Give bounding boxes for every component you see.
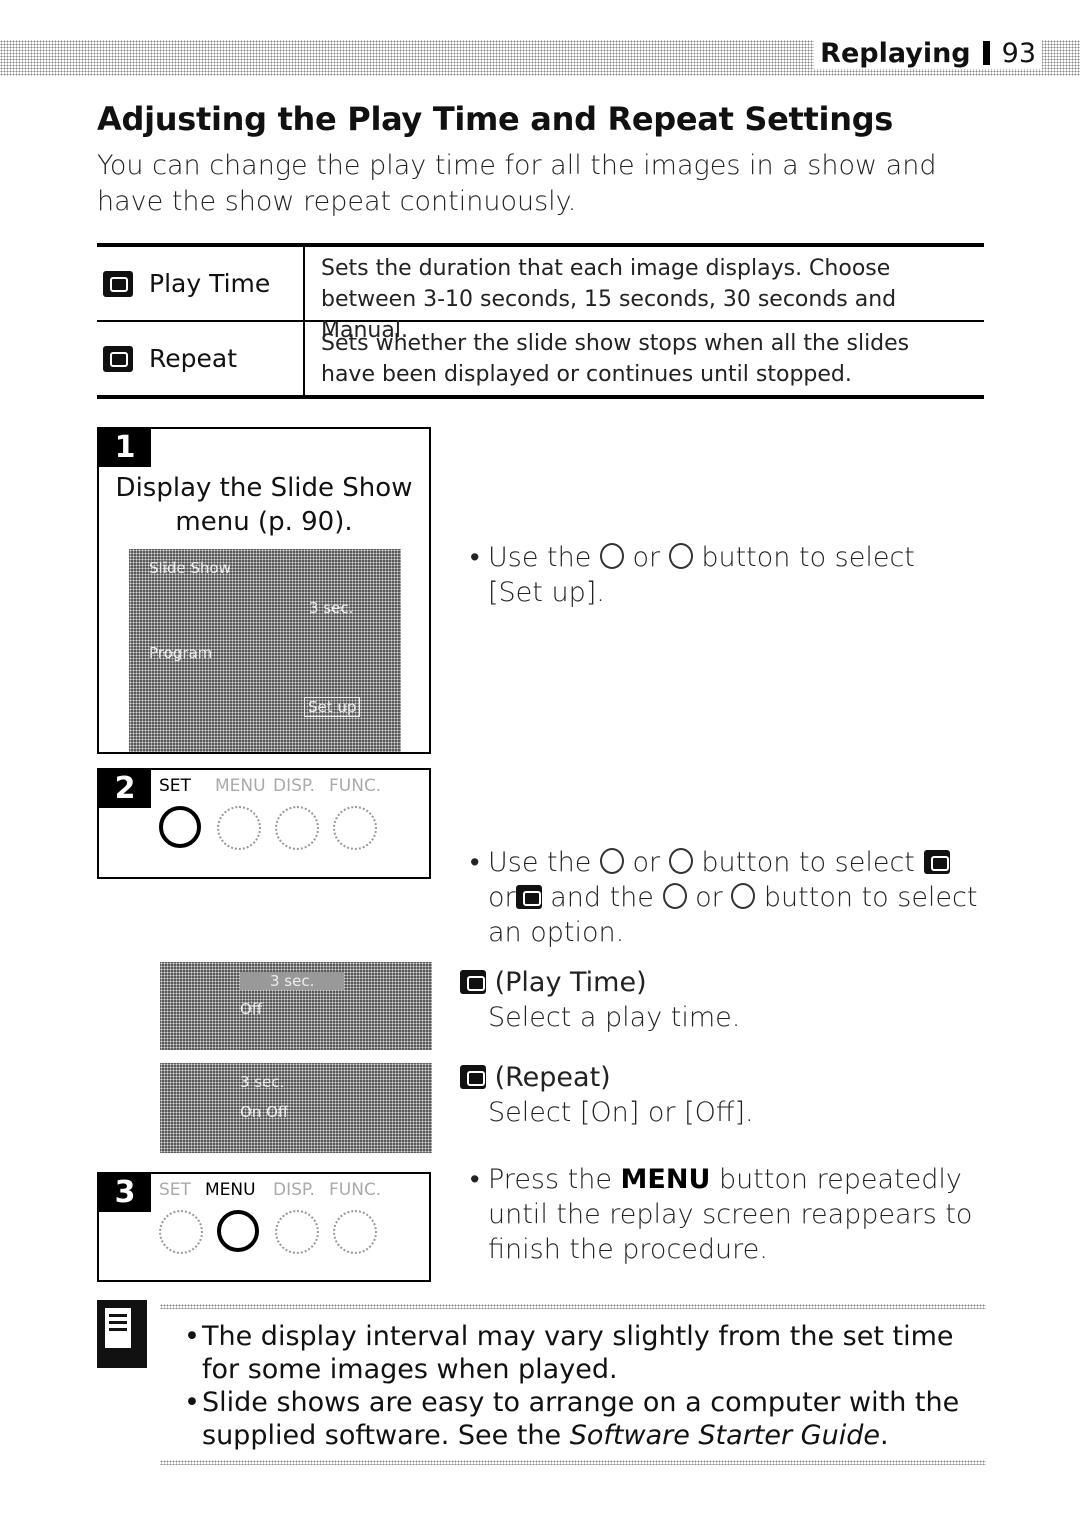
menu-button-icon (217, 1210, 259, 1252)
menu-button-icon (217, 806, 261, 850)
instruction-bullet-2: Use the or button to select or and the o… (470, 845, 978, 950)
step-1-text: Display the Slide Show menu (p. 90). (115, 473, 413, 537)
text: Use the (488, 542, 592, 573)
section-name: Replaying (820, 38, 971, 69)
text: or (632, 542, 661, 573)
page-title: Adjusting the Play Time and Repeat Setti… (97, 100, 894, 138)
note-icon (97, 1300, 147, 1368)
row-label: Play Time (149, 269, 271, 298)
set-label: SET (159, 1180, 191, 1200)
play-time-option: (Play Time) Select a play time. (460, 965, 960, 1035)
row-label: Repeat (149, 344, 238, 373)
up-button-icon (599, 848, 624, 874)
slide-show-menu-screen: Slide Show 3 sec. Program Set up (129, 549, 401, 752)
table-row: Repeat Sets whether the slide show stops… (97, 320, 984, 395)
note-item: The display interval may vary slightly f… (184, 1320, 982, 1386)
row-description: Sets whether the slide show stops when a… (321, 331, 910, 387)
text: Press the (488, 1164, 612, 1195)
set-label: SET (159, 776, 191, 796)
option-text: Select [On] or [Off]. (488, 1097, 754, 1128)
repeat-icon (103, 345, 133, 372)
row-description: Sets the duration that each image displa… (321, 256, 897, 343)
text: button to select (701, 847, 915, 878)
right-button-icon (731, 883, 756, 909)
step-1-box: 1 Display the Slide Show menu (p. 90). S… (97, 427, 431, 754)
note-bottom-rule (160, 1460, 986, 1465)
left-button-icon (662, 883, 687, 909)
menu-label: MENU (215, 776, 266, 796)
lcd-setup-button: Set up (304, 697, 361, 717)
lcd-value: 3 sec. (309, 599, 354, 617)
table-row: Play Time Sets the duration that each im… (97, 247, 984, 343)
text: and the (550, 882, 654, 913)
menu-key-label: MENU (620, 1164, 711, 1195)
lcd-row: 3 sec. (240, 972, 345, 990)
page-header: Replaying 93 (814, 38, 1042, 69)
step-3-box: 3 SET MENU DISP. FUNC. (97, 1172, 431, 1282)
note-item: Slide shows are easy to arrange on a com… (184, 1386, 982, 1452)
lcd-row: Off (240, 1000, 263, 1018)
instruction-bullet-3: Press the MENU button repeatedly until t… (470, 1162, 983, 1267)
lcd-item: Program (149, 644, 213, 662)
lcd-row: 3 sec. (240, 1073, 285, 1091)
play-time-icon (460, 970, 486, 994)
disp-button-icon (275, 1210, 319, 1254)
step-number: 3 (99, 1174, 151, 1212)
func-label: FUNC. (329, 1180, 382, 1200)
lcd-row: On Off (240, 1103, 289, 1121)
func-button-icon (333, 1210, 377, 1254)
repeat-option: (Repeat) Select [On] or [Off]. (460, 1060, 960, 1130)
play-time-icon (103, 270, 133, 297)
left-button-icon (599, 543, 624, 569)
play-time-screen: 3 sec. Off (160, 962, 432, 1050)
note-top-rule (160, 1304, 986, 1309)
right-button-icon (668, 543, 693, 569)
text: or (695, 882, 723, 913)
camera-buttons-illustration: SET MENU DISP. FUNC. (153, 770, 429, 877)
disp-label: DISP. (273, 1180, 315, 1200)
lcd-title: Slide Show (149, 559, 231, 577)
intro-text: You can change the play time for all the… (97, 150, 937, 217)
repeat-screen: 3 sec. On Off (160, 1063, 432, 1153)
repeat-icon (460, 1065, 486, 1089)
disp-button-icon (275, 806, 319, 850)
func-label: FUNC. (329, 776, 382, 796)
down-button-icon (668, 848, 693, 874)
disp-label: DISP. (273, 776, 315, 796)
option-heading: (Repeat) (494, 1062, 611, 1093)
text: Use the (488, 847, 592, 878)
guide-title: Software Starter Guide (569, 1420, 880, 1451)
option-text: Select a play time. (488, 1002, 741, 1033)
option-heading: (Play Time) (494, 967, 647, 998)
step-2-box: 2 SET MENU DISP. FUNC. (97, 768, 431, 879)
instruction-bullet-1: Use the or button to select [Set up]. (470, 540, 968, 610)
step-number: 2 (99, 770, 151, 808)
set-button-icon (159, 1210, 203, 1254)
camera-buttons-illustration: SET MENU DISP. FUNC. (153, 1174, 429, 1280)
set-button-icon (159, 806, 201, 848)
step-number: 1 (99, 429, 151, 467)
text: . (879, 1420, 889, 1451)
settings-table: Play Time Sets the duration that each im… (97, 243, 984, 399)
text: or (488, 882, 516, 913)
header-divider (982, 41, 990, 65)
play-time-icon (923, 850, 950, 874)
menu-label: MENU (205, 1180, 256, 1200)
repeat-icon (515, 885, 542, 909)
manual-page: Replaying 93 Adjusting the Play Time and … (0, 0, 1080, 1529)
text: or (632, 847, 661, 878)
func-button-icon (333, 806, 377, 850)
page-number: 93 (1001, 38, 1036, 69)
